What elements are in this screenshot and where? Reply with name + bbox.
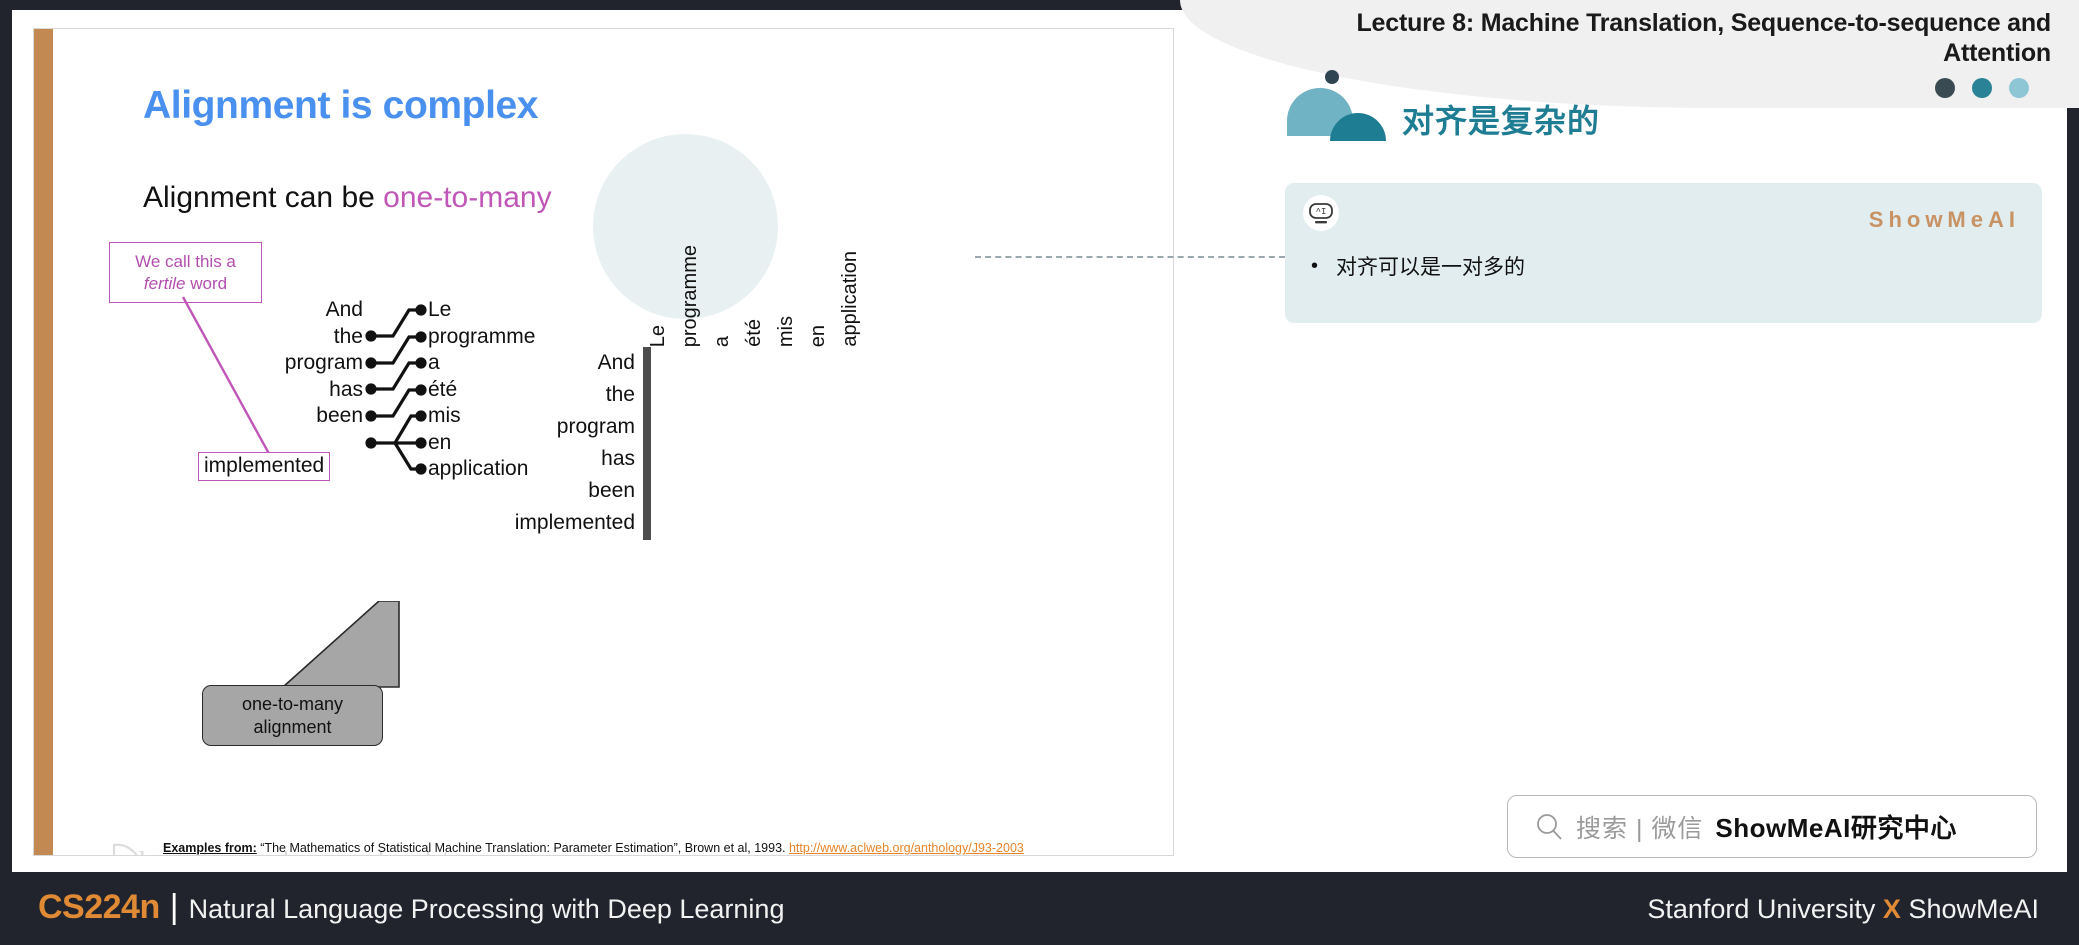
search-brand-text: ShowMeAI研究中心	[1715, 813, 1957, 843]
slide-panel: Alignment is complex Alignment can be on…	[33, 28, 1174, 856]
citation-label: Examples from:	[163, 841, 257, 855]
footer-course-name: Natural Language Processing with Deep Le…	[188, 894, 785, 924]
search-placeholder-text: 搜索 | 微信	[1576, 814, 1704, 843]
matrix-cell	[649, 443, 651, 476]
robot-face-icon: ^I	[1303, 195, 1339, 231]
callout-line-1: one-to-many	[241, 694, 344, 714]
slide-accent-stripe	[34, 29, 53, 855]
callout-line-2: alignment	[253, 716, 332, 737]
footer-divider: |	[169, 888, 179, 926]
matrix-row-label: And	[597, 351, 635, 374]
search-bar[interactable]: 搜索 | 微信 ShowMeAI研究中心	[1507, 795, 2037, 858]
bullet-marker-icon: •	[1311, 255, 1319, 277]
header-dot-teal-icon	[1972, 78, 1992, 98]
matrix-row-labels: And the program has been implemented	[483, 347, 635, 539]
footer-right-group: Stanford University X ShowMeAI	[1647, 894, 2039, 925]
matrix-cell	[649, 347, 651, 380]
citation-text: “The Mathematics of Statistical Machine …	[260, 841, 786, 855]
decorative-dot-icon	[1325, 70, 1339, 84]
footer-university: Stanford University	[1647, 894, 1883, 924]
footer-x-separator: X	[1882, 894, 1901, 924]
matrix-cell	[649, 411, 651, 444]
matrix-col-label: programme	[679, 244, 701, 347]
slide-subtitle-prefix: Alignment can be	[143, 181, 384, 214]
matrix-row	[643, 379, 651, 412]
matrix-col-label: mis	[775, 315, 797, 347]
matrix-row-label: implemented	[514, 511, 635, 534]
matrix-grid	[643, 347, 651, 540]
annotation-line-2-rest: word	[185, 273, 228, 293]
fertile-word-annotation: We call this a fertile word	[109, 242, 262, 303]
matrix-cell	[649, 507, 651, 540]
slide-subtitle-highlight: one-to-many	[383, 181, 552, 214]
lecture-title: Lecture 8: Machine Translation, Sequence…	[1356, 9, 2051, 67]
citation-line: Examples from: “The Mathematics of Stati…	[163, 841, 1024, 855]
matrix-row	[643, 475, 651, 508]
matrix-row	[643, 443, 651, 476]
callout-tail-icon	[283, 601, 400, 688]
matrix-row	[643, 347, 651, 380]
annotation-line-1: We call this a	[135, 252, 236, 272]
header-dot-light-icon	[2009, 78, 2029, 98]
slide-subtitle: Alignment can be one-to-many	[143, 181, 552, 215]
matrix-col-label: en	[807, 324, 829, 347]
showmeai-brand-label: ShowMeAI	[1868, 207, 2020, 232]
chinese-section-title: 对齐是复杂的	[1402, 103, 1601, 139]
annotation-line-2: fertile word	[144, 273, 227, 294]
matrix-col-label: a	[711, 335, 733, 347]
matrix-row	[643, 411, 651, 444]
matrix-row	[643, 507, 651, 540]
matrix-cell	[649, 475, 651, 508]
annotation-italic-word: fertile	[143, 273, 186, 293]
highlighted-source-word: implemented	[198, 452, 331, 481]
svg-text:^I: ^I	[1316, 207, 1327, 217]
dashed-connector-line	[975, 256, 1285, 258]
note-bullet-text: 对齐可以是一对多的	[1336, 256, 1526, 279]
header-dot-dark-icon	[1935, 78, 1955, 98]
matrix-row-label: the	[605, 383, 635, 406]
screenshot-root: Alignment is complex Alignment can be on…	[0, 0, 2079, 945]
footer-bar: CS224n | Natural Language Processing wit…	[0, 872, 2079, 945]
note-bullet-item: • 对齐可以是一对多的	[1311, 251, 1525, 281]
one-to-many-callout: one-to-many alignment	[202, 685, 383, 746]
slide-title: Alignment is complex	[143, 84, 539, 127]
note-panel: ^I ShowMeAI • 对齐可以是一对多的	[1285, 183, 2042, 323]
slide-content: Alignment is complex Alignment can be on…	[53, 29, 1173, 855]
matrix-cell	[649, 379, 651, 412]
citation-link[interactable]: http://www.aclweb.org/anthology/J93-2003	[789, 841, 1024, 855]
matrix-row-label: been	[588, 479, 635, 502]
matrix-row-label: program	[556, 415, 635, 438]
matrix-col-label: application	[839, 251, 861, 347]
footer-course-code: CS224n	[38, 888, 160, 926]
matrix-col-label: Le	[647, 324, 669, 347]
footer-partner: ShowMeAI	[1900, 894, 2039, 924]
footer-left-group: CS224n | Natural Language Processing wit…	[38, 888, 784, 927]
header-dot-group	[1935, 78, 2029, 98]
matrix-row-label: has	[601, 447, 635, 470]
matrix-col-label: été	[743, 319, 765, 347]
search-icon	[1537, 813, 1562, 840]
